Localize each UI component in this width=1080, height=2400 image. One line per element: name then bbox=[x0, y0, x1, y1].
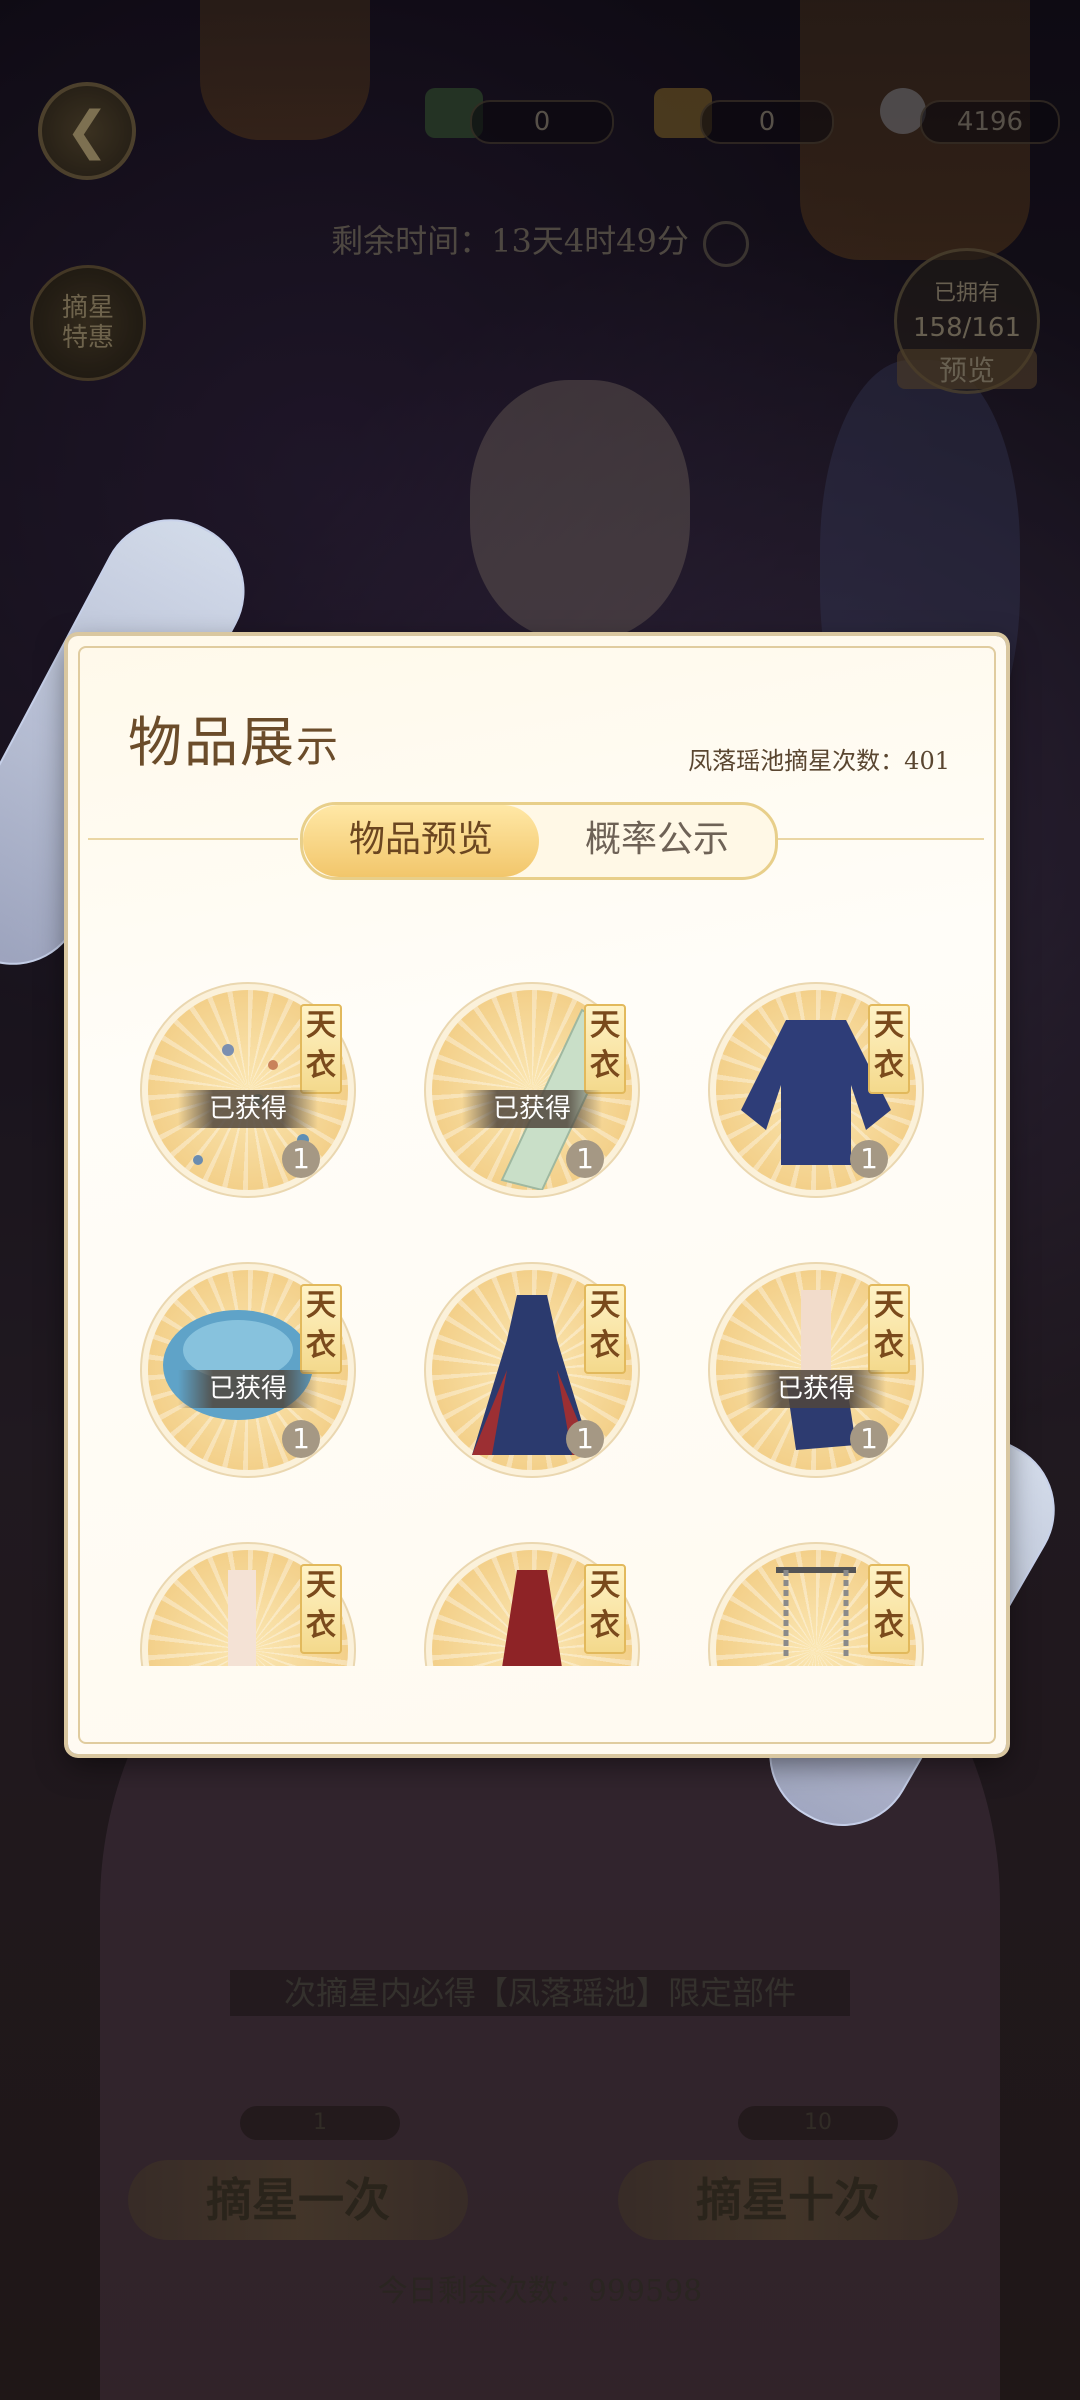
owned-label: 已获得 bbox=[178, 1370, 318, 1408]
rarity-tag: 天衣 bbox=[868, 1284, 910, 1374]
rarity-tag: 天衣 bbox=[300, 1564, 342, 1654]
item-count: 1 bbox=[566, 1140, 604, 1178]
rarity-tag: 天衣 bbox=[584, 1564, 626, 1654]
item-slot-2[interactable]: 天衣 已获得 1 bbox=[432, 990, 632, 1190]
rarity-tag: 天衣 bbox=[300, 1284, 342, 1374]
item-count: 1 bbox=[566, 1420, 604, 1458]
rarity-tag: 天衣 bbox=[868, 1004, 910, 1094]
item-slot-9[interactable]: 天衣 bbox=[716, 1550, 916, 1666]
rarity-tag: 天衣 bbox=[584, 1284, 626, 1374]
item-count: 1 bbox=[850, 1140, 888, 1178]
item-count: 1 bbox=[282, 1420, 320, 1458]
item-showcase-dialog: 物品展示 凤落瑶池摘星次数：401 物品预览 概率公示 天衣 已获得 1 天 衣… bbox=[68, 636, 1006, 1754]
items-scroll-area[interactable]: 天衣 已获得 1 天衣 已获得 1 天衣 1 天 衣 已获得 1 天 衣 1 天… bbox=[68, 636, 1008, 1666]
item-slot-5[interactable]: 天衣 1 bbox=[432, 1270, 632, 1470]
item-slot-1[interactable]: 天衣 已获得 1 bbox=[148, 990, 348, 1190]
owned-label: 已获得 bbox=[746, 1370, 886, 1408]
item-slot-7[interactable]: 天衣 bbox=[148, 1550, 348, 1666]
item-slot-6[interactable]: 天衣 已获得 1 bbox=[716, 1270, 916, 1470]
item-count: 1 bbox=[282, 1140, 320, 1178]
owned-label: 已获得 bbox=[178, 1090, 318, 1128]
owned-label: 已获得 bbox=[462, 1090, 602, 1128]
item-slot-3[interactable]: 天衣 1 bbox=[716, 990, 916, 1190]
rarity-tag: 天衣 bbox=[868, 1564, 910, 1654]
item-slot-8[interactable]: 天衣 bbox=[432, 1550, 632, 1666]
rarity-tag: 天衣 bbox=[584, 1004, 626, 1094]
item-slot-4[interactable]: 天衣 已获得 1 bbox=[148, 1270, 348, 1470]
rarity-tag: 天衣 bbox=[300, 1004, 342, 1094]
item-count: 1 bbox=[850, 1420, 888, 1458]
